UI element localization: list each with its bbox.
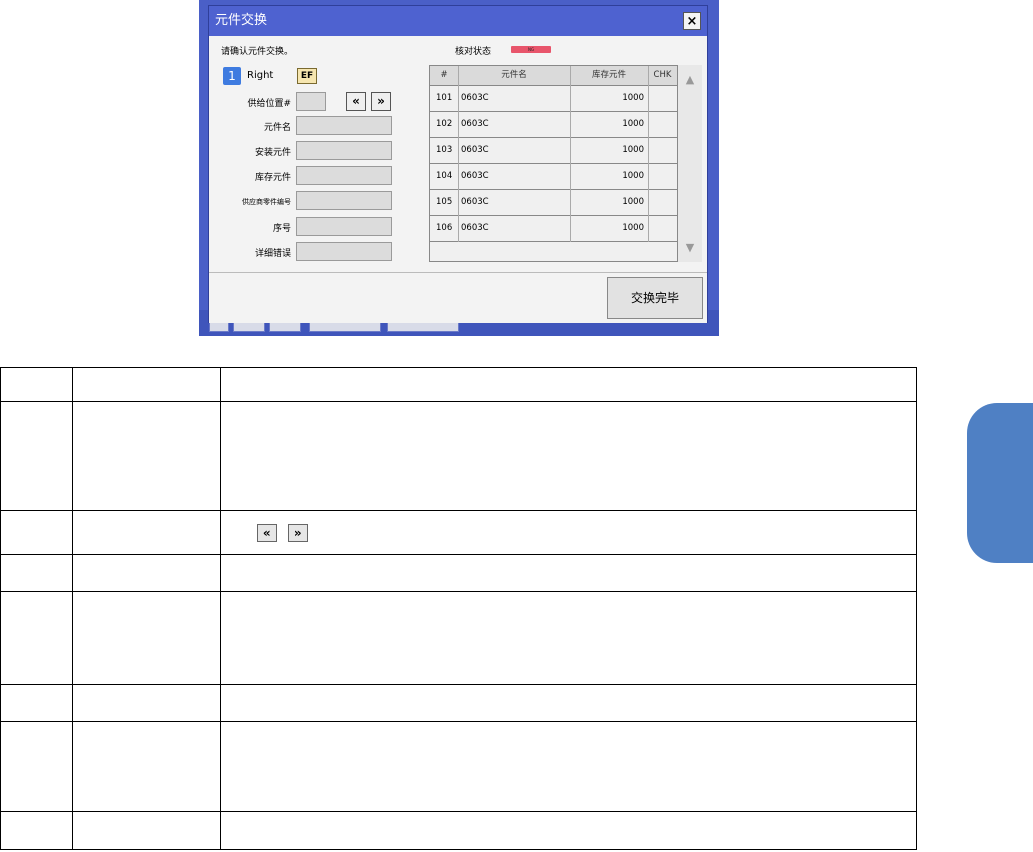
table-header: # 元件名 库存元件 CHK [430,66,677,86]
row-stock: 1000 [570,86,648,111]
prev-feeder-button[interactable]: « [346,92,366,111]
row-no: 104 [436,171,453,181]
part-name-label: 元件名 [263,123,291,133]
column-header-stock: 库存元件 [591,70,626,80]
column-divider [648,66,649,242]
column-header-chk: CHK [653,70,672,80]
table-row [0,811,918,850]
station-number-badge: 1 [223,67,241,85]
table-row [0,721,918,812]
row-part-name: 0603C [461,223,489,233]
table-row[interactable]: 103 0603C 1000 [430,138,677,164]
row-stock: 1000 [570,216,648,241]
error-detail-field[interactable] [296,242,392,261]
stock-part-field[interactable] [296,166,392,185]
scroll-up-arrow-icon[interactable]: ▲ [678,73,702,86]
dialog-footer: 交换完毕 [209,272,707,323]
row-stock-value: 1000 [622,145,644,155]
description-table: «» [0,367,918,850]
row-no: 105 [436,197,453,207]
row-part-name: 0603C [461,197,489,207]
table-row [0,367,918,402]
next-double-arrow-icon: » [287,524,308,543]
table-row[interactable]: 104 0603C 1000 [430,164,677,190]
dialog-body: 请确认元件交换。 核对状态 NG 1 Right EF 供给位置# « » 元件… [209,36,707,272]
dialog-titlebar: 元件交换 × [209,6,707,36]
serial-number-field[interactable] [296,217,392,236]
close-button[interactable]: × [683,12,701,30]
error-detail-label: 详细错误 [254,249,291,259]
row-stock: 1000 [570,138,648,163]
feeder-position-row: 供给位置# « » [209,92,409,112]
feeder-position-field[interactable] [296,92,326,111]
mounted-part-field[interactable] [296,141,392,160]
table-row [0,554,918,592]
verify-status-badge: NG [511,46,551,53]
error-detail-row: 详细错误 [209,242,409,262]
next-feeder-button[interactable]: » [371,92,391,111]
row-stock-value: 1000 [622,171,644,181]
row-stock-value: 1000 [622,223,644,233]
ef-badge: EF [297,68,317,84]
part-name-field[interactable] [296,116,392,135]
part-name-row: 元件名 [209,116,409,136]
row-part-name: 0603C [461,119,489,129]
row-no: 102 [436,119,453,129]
scroll-down-arrow-icon[interactable]: ▼ [678,241,702,254]
row-stock: 1000 [570,112,648,137]
table-row: «» [0,510,918,555]
confirm-prompt: 请确认元件交换。 [221,47,294,57]
row-stock-value: 1000 [622,93,644,103]
table-row[interactable]: 105 0603C 1000 [430,190,677,216]
part-exchange-dialog: 元件交换 × 请确认元件交换。 核对状态 NG 1 Right EF 供给位置#… [208,5,708,323]
row-no: 103 [436,145,453,155]
column-divider [570,66,571,242]
dialog-title: 元件交换 [215,13,268,28]
stock-part-label: 库存元件 [254,173,291,183]
serial-number-label: 序号 [272,224,291,234]
side-label: Right [247,70,274,81]
supplier-part-number-label: 供应商零件编号 [242,198,291,206]
row-stock-value: 1000 [622,197,644,207]
row-part-name: 0603C [461,145,489,155]
exchange-complete-button[interactable]: 交换完毕 [607,277,703,319]
row-stock-value: 1000 [622,119,644,129]
supplier-part-number-field[interactable] [296,191,392,210]
column-header-part-name: 元件名 [501,70,527,80]
serial-number-row: 序号 [209,217,409,237]
row-stock: 1000 [570,190,648,215]
table-scrollbar[interactable]: ▲ ▼ [678,65,702,262]
column-header-no: # [440,70,448,80]
table-row [0,684,918,722]
row-stock: 1000 [570,164,648,189]
mounted-part-row: 安装元件 [209,141,409,161]
stock-part-row: 库存元件 [209,166,409,186]
feeder-position-label: 供给位置# [247,99,291,109]
table-row [0,401,918,511]
screenshot: 元件交换 × 请确认元件交换。 核对状态 NG 1 Right EF 供给位置#… [199,0,719,336]
row-part-name: 0603C [461,171,489,181]
parts-table: # 元件名 库存元件 CHK 101 0603C 1000 102 0603C … [429,65,678,262]
mounted-part-label: 安装元件 [254,148,291,158]
supplier-part-number-row: 供应商零件编号 [209,191,409,211]
row-no: 101 [436,93,453,103]
column-divider [458,66,459,242]
chapter-side-tab [967,403,1033,563]
table-row [0,591,918,685]
table-row[interactable]: 106 0603C 1000 [430,216,677,242]
prev-double-arrow-icon: « [256,524,277,543]
table-row[interactable]: 102 0603C 1000 [430,112,677,138]
table-row[interactable]: 101 0603C 1000 [430,86,677,112]
verify-status-label: 核对状态 [455,47,492,57]
row-no: 106 [436,223,453,233]
row-part-name: 0603C [461,93,489,103]
